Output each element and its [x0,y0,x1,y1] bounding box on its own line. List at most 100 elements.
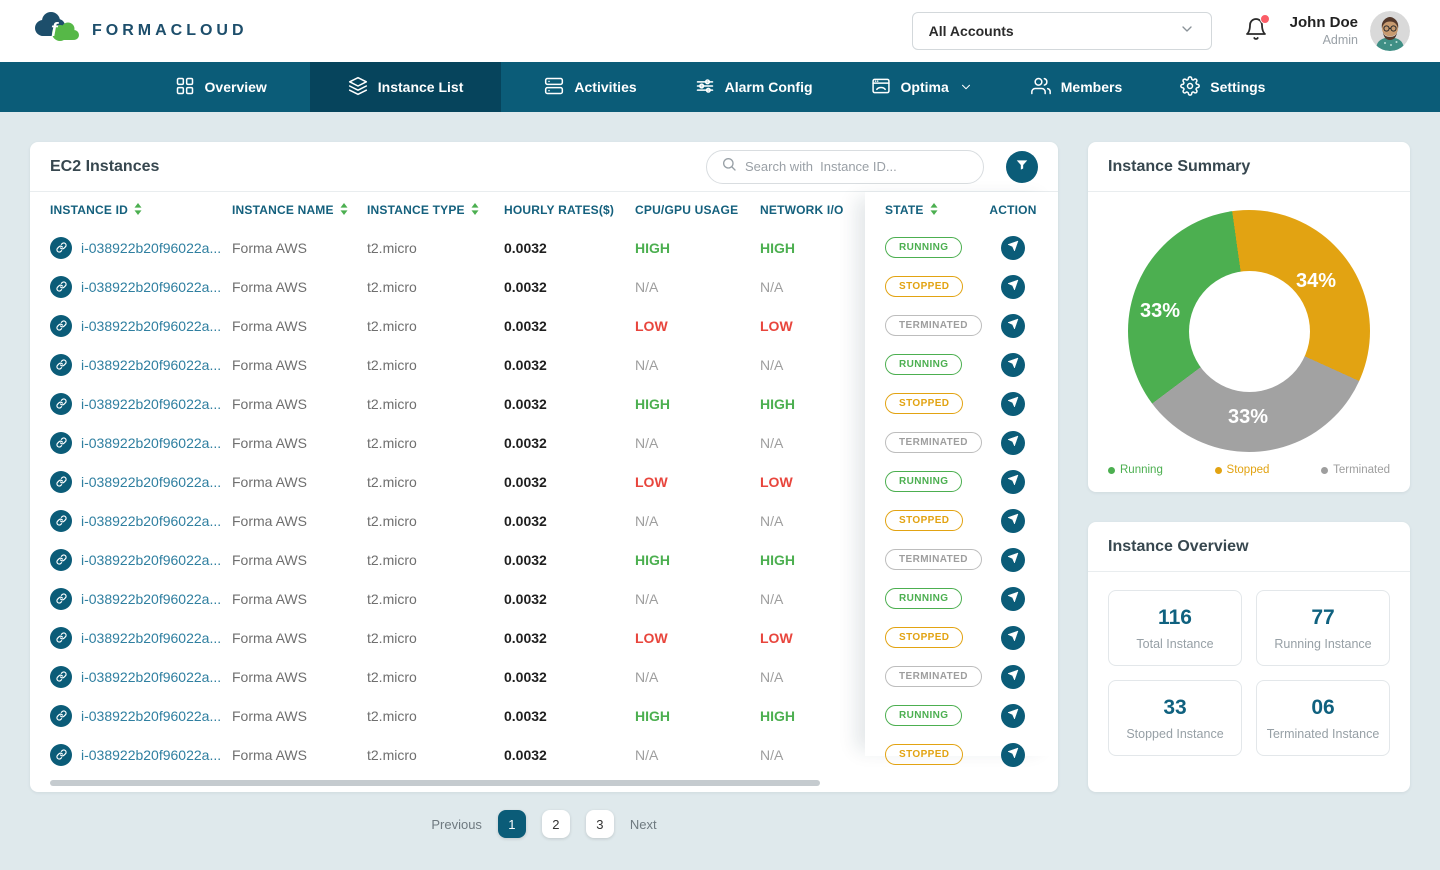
send-action-button[interactable] [1001,664,1025,689]
server-icon [544,76,564,99]
stat-label: Stopped Instance [1126,727,1224,741]
instance-id-link[interactable]: i-038922b20f96022a... [30,275,232,298]
instance-id-link[interactable]: i-038922b20f96022a... [30,665,232,688]
sticky-columns: STATE ACTION RUNNING STOPPED TERMINATED … [865,192,1058,767]
column-header-state[interactable]: STATE [865,202,978,218]
hourly-rate-cell: 0.0032 [504,551,547,568]
network-io-cell: HIGH [760,707,795,724]
legend-dot [1108,466,1115,474]
instance-id-link[interactable]: i-038922b20f96022a... [30,548,232,571]
instance-type-cell: t2.micro [367,707,417,724]
nav-item-optima[interactable]: Optima [861,62,983,112]
notification-dot [1259,13,1270,24]
send-action-button[interactable] [1001,274,1025,299]
table-row: i-038922b20f96022a... Forma AWS t2.micro… [30,579,865,618]
ec2-instances-panel: EC2 Instances INSTANC [30,142,1058,792]
instance-id-link[interactable]: i-038922b20f96022a... [30,704,232,727]
nav-item-label: Overview [204,79,267,95]
link-icon [50,314,72,337]
send-action-button[interactable] [1001,313,1025,338]
nav-item-settings[interactable]: Settings [1170,62,1275,112]
send-action-button[interactable] [1001,391,1025,416]
avatar[interactable] [1370,11,1410,51]
state-badge: RUNNING [885,588,963,609]
nav-item-overview[interactable]: Overview [165,62,277,112]
send-action-button[interactable] [1001,742,1025,767]
next-page-button[interactable]: Next [630,817,657,832]
send-action-button[interactable] [1001,586,1025,611]
state-badge: RUNNING [885,237,963,258]
instance-name-cell: Forma AWS [232,239,307,256]
send-action-button[interactable] [1001,508,1025,533]
formacloud-cloud-icon: f [30,9,82,54]
send-action-button[interactable] [1001,235,1025,260]
hourly-rate-cell: 0.0032 [504,473,547,490]
instance-id-link[interactable]: i-038922b20f96022a... [30,509,232,532]
hourly-rate-cell: 0.0032 [504,434,547,451]
nav-item-activities[interactable]: Activities [534,62,646,112]
instance-id-link[interactable]: i-038922b20f96022a... [30,353,232,376]
hourly-rate-cell: 0.0032 [504,746,547,763]
send-action-button[interactable] [1001,547,1025,572]
slice-label-terminated: 33% [1228,406,1269,428]
link-icon [50,704,72,727]
sort-icon [471,202,479,218]
column-header-instance-id[interactable]: INSTANCE ID [30,202,232,218]
instance-id-link[interactable]: i-038922b20f96022a... [30,431,232,454]
table-header-row-sticky: STATE ACTION [865,192,1058,228]
instance-name-cell: Forma AWS [232,278,307,295]
send-action-button[interactable] [1001,430,1025,455]
legend-item-stopped: Stopped [1214,464,1269,476]
chart-legend: Running Stopped Terminated [1088,464,1410,476]
column-header-action: ACTION [989,203,1037,217]
legend-item-running: Running [1108,464,1163,476]
table-row: i-038922b20f96022a... Forma AWS t2.micro… [30,267,865,306]
table-row-sticky: STOPPED [865,267,1058,306]
instance-id-link[interactable]: i-038922b20f96022a... [30,470,232,493]
page-button-2[interactable]: 2 [541,810,570,838]
nav-item-alarm-config[interactable]: Alarm Config [685,62,823,112]
send-action-button[interactable] [1001,352,1025,377]
link-icon [50,665,72,688]
table-row-sticky: TERMINATED [865,423,1058,462]
nav-item-instance-list[interactable]: Instance List [309,62,502,112]
window-icon [871,76,891,99]
instance-name-cell: Forma AWS [232,590,307,607]
table-row: i-038922b20f96022a... Forma AWS t2.micro… [30,735,865,774]
state-badge: RUNNING [885,705,963,726]
network-io-cell: HIGH [760,551,795,568]
table-row-sticky: RUNNING [865,345,1058,384]
page-button-3[interactable]: 3 [585,810,614,838]
table-row: i-038922b20f96022a... Forma AWS t2.micro… [30,657,865,696]
send-action-button[interactable] [1001,625,1025,650]
instance-id-link[interactable]: i-038922b20f96022a... [30,314,232,337]
cpu-usage-cell: N/A [635,746,659,763]
instance-id-link[interactable]: i-038922b20f96022a... [30,743,232,766]
sort-icon [340,202,348,218]
instance-id-link[interactable]: i-038922b20f96022a... [30,392,232,415]
paper-plane-icon [1007,240,1019,255]
instance-name-cell: Forma AWS [232,434,307,451]
table-row-sticky: STOPPED [865,501,1058,540]
previous-page-button[interactable]: Previous [431,817,482,832]
notification-bell[interactable] [1244,13,1270,46]
page-button-1[interactable]: 1 [497,810,526,838]
cpu-usage-cell: N/A [635,278,659,295]
instance-id-link[interactable]: i-038922b20f96022a... [30,236,232,259]
filter-button[interactable] [1006,150,1038,183]
send-action-button[interactable] [1001,469,1025,494]
instance-name-cell: Forma AWS [232,746,307,763]
instance-id-link[interactable]: i-038922b20f96022a... [30,626,232,649]
network-io-cell: HIGH [760,239,795,256]
horizontal-scrollbar[interactable] [50,780,820,786]
nav-item-members[interactable]: Members [1021,62,1132,112]
paper-plane-icon [1007,747,1019,762]
column-header-instance-name[interactable]: INSTANCE NAME [232,202,367,218]
column-header-instance-type[interactable]: INSTANCE TYPE [367,202,504,218]
account-selector[interactable]: All Accounts [911,12,1212,50]
stat-card-stopped: 33 Stopped Instance [1108,680,1242,756]
search-input[interactable] [745,159,969,174]
table-row: i-038922b20f96022a... Forma AWS t2.micro… [30,228,865,267]
send-action-button[interactable] [1001,703,1025,728]
instance-id-link[interactable]: i-038922b20f96022a... [30,587,232,610]
